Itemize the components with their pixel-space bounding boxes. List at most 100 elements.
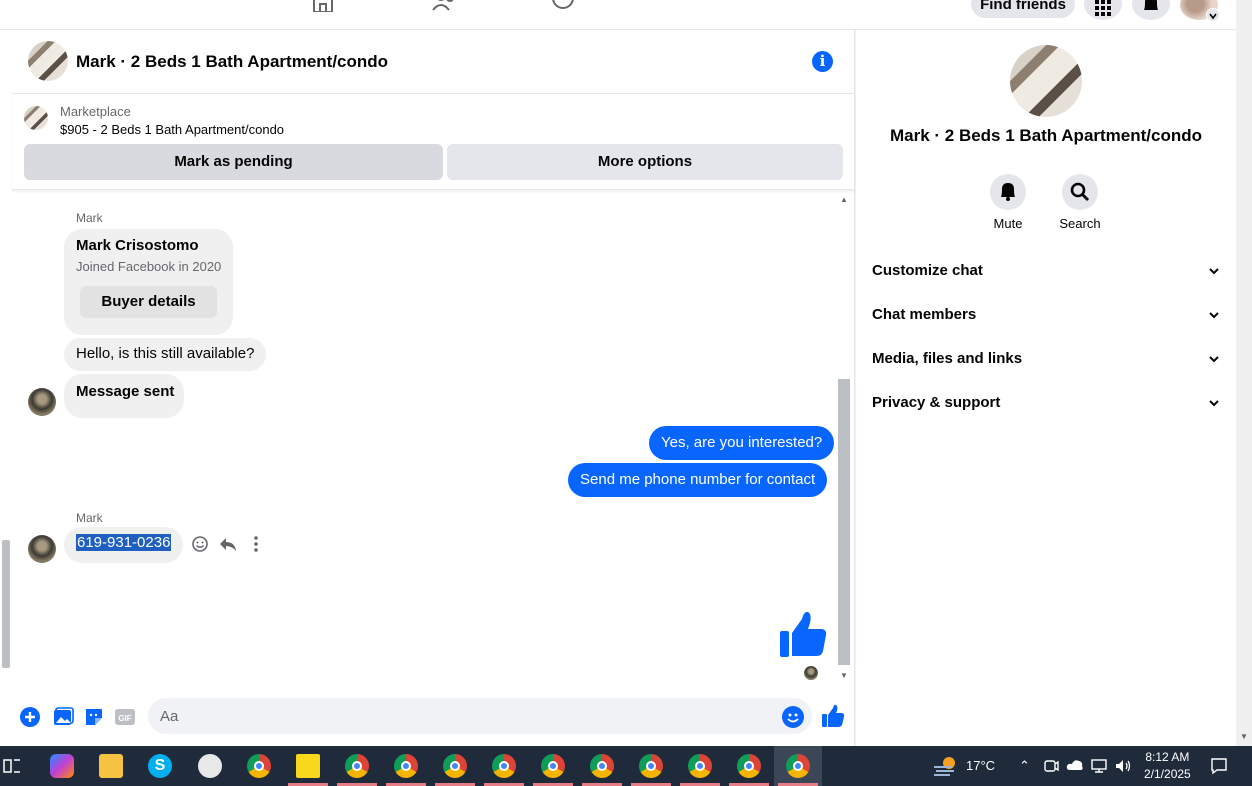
section-label: Chat members — [872, 306, 977, 323]
onedrive-icon[interactable] — [1066, 758, 1084, 772]
friends-icon[interactable] — [431, 0, 457, 12]
buyer-profile-card: Mark Crisostomo Joined Facebook in 2020 … — [64, 229, 233, 335]
thumbs-up-icon[interactable] — [778, 609, 828, 659]
time: 8:12 AM — [1145, 750, 1190, 764]
bell-icon — [1144, 0, 1158, 10]
clock[interactable]: 8:12 AM 2/1/2025 — [1144, 749, 1191, 783]
media-files-links-section[interactable]: Media, files and links — [872, 337, 1220, 381]
chevron-down-icon — [1209, 356, 1219, 363]
notifications-button[interactable] — [1132, 0, 1170, 20]
react-icon[interactable] — [190, 535, 210, 555]
account-chevron-icon[interactable] — [1206, 8, 1220, 22]
task-view-icon[interactable] — [3, 757, 21, 775]
message-composer: GIF — [12, 690, 855, 746]
page-scrollbar[interactable]: ▼ — [1236, 0, 1252, 746]
emoji-icon[interactable] — [782, 706, 804, 728]
marketplace-thumbnail[interactable] — [24, 106, 48, 130]
scrollbar-thumb[interactable] — [838, 379, 850, 665]
show-hidden-icons-icon[interactable]: ⌃ — [1019, 758, 1030, 774]
customize-chat-section[interactable]: Customize chat — [872, 249, 1220, 293]
details-title: Mark · 2 Beds 1 Bath Apartment/condo — [889, 126, 1203, 145]
message-scrollbar[interactable]: ▲ ▼ — [838, 191, 850, 685]
chrome-icon[interactable] — [639, 754, 663, 778]
send-like-icon[interactable] — [821, 704, 845, 728]
chrome-icon[interactable] — [688, 754, 712, 778]
copilot-icon[interactable] — [50, 754, 74, 778]
buyer-name: Mark Crisostomo — [76, 237, 199, 254]
listing-thumbnail[interactable] — [28, 41, 68, 81]
search-icon — [1070, 182, 1090, 202]
meet-now-icon[interactable] — [1043, 758, 1059, 774]
menu-button[interactable] — [1084, 0, 1122, 20]
scroll-down-icon[interactable]: ▼ — [840, 671, 848, 680]
reply-icon[interactable] — [218, 535, 238, 555]
chrome-icon[interactable] — [247, 754, 271, 778]
sticky-notes-icon[interactable] — [296, 754, 320, 778]
chat-title[interactable]: Mark · 2 Beds 1 Bath Apartment/condo — [76, 52, 388, 72]
groups-icon[interactable] — [550, 0, 576, 12]
marketplace-banner: Marketplace $905 - 2 Beds 1 Bath Apartme… — [12, 94, 855, 190]
temperature[interactable]: 17°C — [966, 758, 995, 773]
chrome-icon[interactable] — [541, 754, 565, 778]
more-options-button[interactable]: More options — [447, 144, 843, 180]
info-icon[interactable]: i — [812, 51, 833, 72]
svg-text:GIF: GIF — [118, 714, 131, 723]
mute-label: Mute — [993, 216, 1023, 231]
message-bubble[interactable]: Message sent — [64, 374, 184, 418]
scroll-up-icon[interactable]: ▲ — [840, 195, 848, 204]
outgoing-message-bubble[interactable]: Send me phone number for contact — [568, 463, 828, 497]
mute-button[interactable]: Mute — [978, 174, 1038, 231]
left-scrollbar-thumb[interactable] — [2, 540, 10, 668]
volume-icon[interactable] — [1114, 758, 1132, 774]
network-icon[interactable] — [1090, 758, 1108, 774]
search-button[interactable]: Search — [1050, 174, 1110, 231]
outgoing-message-bubble[interactable]: Yes, are you interested? — [649, 426, 835, 460]
chrome-icon[interactable] — [345, 754, 369, 778]
mark-as-pending-button[interactable]: Mark as pending — [24, 144, 443, 180]
paint-icon[interactable] — [198, 754, 222, 778]
chrome-icon[interactable] — [786, 754, 810, 778]
listing-summary[interactable]: $905 - 2 Beds 1 Bath Apartment/condo — [60, 122, 284, 137]
find-friends-button[interactable]: Find friends — [971, 0, 1075, 18]
date: 2/1/2025 — [1144, 767, 1191, 781]
chat-details-panel: Mark · 2 Beds 1 Bath Apartment/condo Mut… — [856, 30, 1236, 746]
plus-icon[interactable] — [19, 706, 41, 728]
home-icon[interactable] — [310, 0, 336, 12]
chevron-down-icon — [1209, 268, 1219, 275]
left-scroll-area — [0, 30, 12, 746]
search-label: Search — [1059, 216, 1101, 231]
notification-center-icon[interactable] — [1210, 757, 1228, 775]
listing-photo[interactable] — [1010, 45, 1082, 117]
message-list: Mark Mark Crisostomo Joined Facebook in … — [12, 191, 855, 685]
section-label: Customize chat — [872, 262, 983, 279]
message-bubble[interactable]: Hello, is this still available? — [64, 338, 267, 371]
chrome-icon[interactable] — [737, 754, 761, 778]
chrome-icon[interactable] — [492, 754, 516, 778]
more-icon[interactable] — [246, 535, 266, 555]
message-bubble[interactable]: 619-931-0236 — [64, 527, 184, 563]
gif-icon[interactable]: GIF — [114, 706, 136, 728]
buyer-details-button[interactable]: Buyer details — [80, 286, 217, 318]
chevron-down-icon — [1209, 312, 1219, 319]
sender-avatar[interactable] — [28, 388, 56, 416]
sticker-icon[interactable] — [83, 706, 105, 728]
message-input[interactable] — [148, 698, 812, 734]
selected-phone-number[interactable]: 619-931-0236 — [76, 534, 172, 551]
chrome-icon[interactable] — [394, 754, 418, 778]
privacy-support-section[interactable]: Privacy & support — [872, 381, 1220, 425]
chat-members-section[interactable]: Chat members — [872, 293, 1220, 337]
chrome-icon[interactable] — [443, 754, 467, 778]
bell-icon — [1001, 183, 1015, 201]
section-label: Privacy & support — [872, 394, 1001, 411]
skype-icon[interactable]: S — [148, 754, 172, 778]
chrome-icon[interactable] — [590, 754, 614, 778]
scroll-down-icon[interactable]: ▼ — [1240, 732, 1248, 741]
seen-avatar — [804, 666, 818, 680]
photo-icon[interactable] — [52, 706, 74, 728]
chevron-down-icon — [1209, 400, 1219, 407]
sender-avatar[interactable] — [28, 535, 56, 563]
file-explorer-icon[interactable] — [99, 754, 123, 778]
facebook-top-bar: Find friends — [0, 0, 1236, 30]
grid-menu-icon — [1095, 0, 1111, 16]
weather-icon[interactable] — [932, 755, 958, 777]
